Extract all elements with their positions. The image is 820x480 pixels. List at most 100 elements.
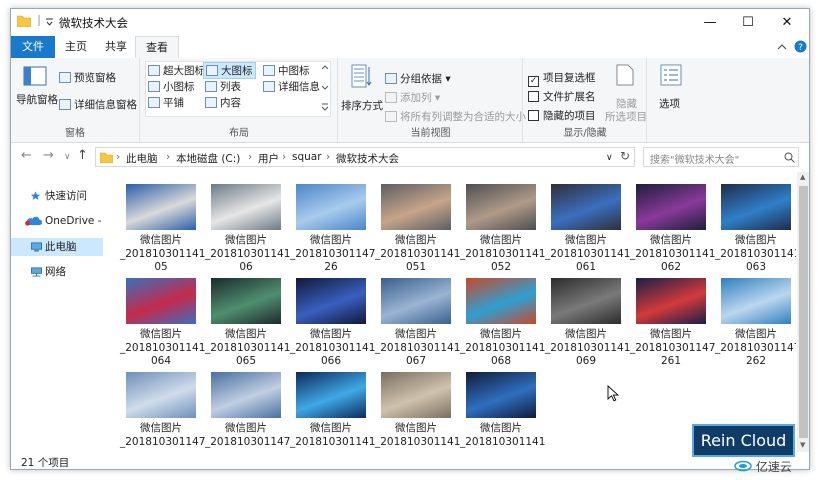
mouse-cursor-icon [607, 385, 619, 402]
file-name-line: 068 [490, 355, 512, 367]
layout-small-icons[interactable]: 小图标 [148, 79, 195, 94]
image-thumbnail [211, 372, 281, 418]
file-name-line: 微信图片 [650, 328, 692, 340]
layout-medium-icons[interactable]: 中图标 [263, 63, 310, 78]
file-name-line: 微信图片 [395, 234, 437, 246]
preview-pane-button[interactable]: 预览窗格 [59, 70, 116, 85]
list-icon [205, 81, 217, 92]
forward-arrow-icon[interactable]: → [43, 148, 54, 163]
nav-item-this-pc[interactable]: 此电脑 [11, 238, 103, 256]
collapse-ribbon-icon[interactable] [777, 43, 787, 51]
file-name: 微信图片 _201810301141 [290, 422, 375, 449]
file-name-line: _201810301147 [205, 435, 291, 448]
scrollbar-thumb[interactable] [799, 186, 808, 438]
layout-tiles[interactable]: 平铺 [148, 95, 184, 110]
file-name: 微信图片 _201810301147 26 [290, 234, 376, 275]
file-name-line: 微信图片 [310, 328, 352, 340]
size-all-columns-button[interactable]: 将所有列调整为合适的大小 [385, 109, 526, 124]
file-name-line: _201810301141 [375, 435, 461, 448]
file-name-line: 262 [745, 355, 767, 367]
address-dropdown-icon[interactable]: ∨ [606, 153, 613, 163]
file-name-line: _201810301147 [290, 247, 376, 260]
file-name: 微信图片 _201810301141 068 [460, 328, 545, 369]
medium-icons-icon [263, 65, 275, 76]
breadcrumb-this-pc[interactable]: 此电脑 [126, 151, 158, 166]
close-button[interactable]: ✕ [768, 9, 806, 36]
layout-large-icons[interactable]: 大图标 [203, 62, 256, 79]
file-name: 微信图片 _201810301141 063 [715, 234, 796, 275]
search-icon [784, 152, 795, 163]
image-thumbnail [466, 372, 536, 418]
file-extensions-toggle[interactable]: 文件扩展名 [528, 89, 596, 104]
refresh-icon[interactable]: ↻ [620, 149, 630, 163]
search-input[interactable]: 搜索"微软技术大会" [643, 147, 799, 167]
file-name-line: 微信图片 [650, 234, 692, 246]
nav-item-network[interactable]: 网络 [11, 263, 103, 281]
breadcrumb-current-folder[interactable]: 微软技术大会 [336, 151, 399, 166]
details-pane-button[interactable]: 详细信息窗格 [59, 97, 137, 112]
options-icon [660, 64, 682, 86]
title-bar[interactable]: 微软技术大会 — ☐ ✕ [11, 9, 809, 36]
file-name-line: _201810301141 [205, 341, 291, 354]
recent-locations-chevron-icon[interactable]: ∨ [64, 152, 71, 162]
image-thumbnail [721, 184, 791, 230]
up-arrow-icon[interactable]: ↑ [77, 148, 88, 163]
file-name-line: 微信图片 [140, 234, 182, 246]
breadcrumb-separator-icon: › [116, 151, 121, 163]
back-arrow-icon[interactable]: ← [21, 148, 32, 163]
extra-large-icons-icon [148, 65, 160, 76]
layout-extra-large-icons[interactable]: 超大图标 [148, 63, 205, 78]
layout-details[interactable]: 详细信息 [263, 79, 320, 94]
preview-pane-icon [59, 72, 71, 83]
network-icon [31, 267, 42, 277]
file-name-line: _201810301141 [460, 247, 546, 260]
layout-content[interactable]: 内容 [205, 95, 241, 110]
file-name-line: 065 [235, 355, 257, 367]
help-icon[interactable]: ? [794, 40, 807, 53]
scroll-down-arrow-icon[interactable]: ▼ [800, 441, 805, 449]
navigation-pane-button[interactable]: 导航窗格 [16, 92, 58, 107]
image-thumbnail [636, 184, 706, 230]
layout-list[interactable]: 列表 [205, 79, 241, 94]
file-name-line: _201810301141 [460, 435, 546, 448]
tab-view[interactable]: 查看 [135, 36, 179, 59]
file-name-line: _201810301147 [120, 435, 206, 448]
address-bar-row: ← → ∨ ↑ › 此电脑 › 本地磁盘 (C:) › 用户 › squar ›… [11, 143, 809, 171]
nav-item-onedrive[interactable]: OneDrive - [11, 212, 103, 230]
file-name-line: _201810301141 [715, 247, 796, 260]
scroll-up-arrow-icon[interactable]: ▲ [800, 173, 805, 181]
vertical-scrollbar[interactable]: ▲ ▼ [797, 172, 809, 452]
file-name-line: 064 [150, 355, 172, 367]
add-columns-icon [385, 92, 397, 103]
breadcrumb-users[interactable]: 用户 [258, 151, 279, 166]
breadcrumb-separator-icon: › [166, 151, 171, 163]
tab-file[interactable]: 文件 [11, 36, 55, 58]
maximize-button[interactable]: ☐ [729, 9, 767, 36]
file-name-line: _201810301141 [120, 247, 206, 260]
image-thumbnail [636, 278, 706, 324]
tab-share[interactable]: 共享 [95, 36, 137, 58]
separator-icon [38, 15, 40, 26]
breadcrumb-squar[interactable]: squar [292, 151, 322, 163]
file-name: 微信图片 _201810301147 261 [630, 328, 715, 369]
options-button[interactable]: 选项 [659, 96, 680, 111]
group-by-button[interactable]: 分组依据 ▾ [385, 71, 451, 86]
navigation-pane-icon [23, 66, 47, 86]
address-bar[interactable]: › 此电脑 › 本地磁盘 (C:) › 用户 › squar › 微软技术大会 … [95, 147, 635, 167]
breadcrumb-local-disk[interactable]: 本地磁盘 (C:) [176, 151, 240, 166]
item-checkboxes-toggle[interactable]: ✓ 项目复选框 [528, 70, 596, 87]
quick-access-dropdown-icon[interactable] [45, 17, 54, 26]
sort-by-button[interactable]: 排序方式 [341, 98, 383, 113]
minimize-button[interactable]: — [691, 9, 729, 36]
image-thumbnail [296, 278, 366, 324]
hidden-items-toggle[interactable]: 隐藏的项目 [528, 108, 596, 123]
layout-gallery-scroll-icon[interactable] [321, 64, 329, 112]
file-name: 微信图片 _201810301141 [375, 422, 461, 449]
hide-selected-icon [616, 64, 634, 86]
tab-home[interactable]: 主页 [55, 36, 97, 58]
file-name-line: 067 [405, 355, 427, 367]
file-name-line: 微信图片 [480, 422, 522, 434]
add-columns-button[interactable]: 添加列 ▾ [385, 90, 440, 105]
file-name-line: 05 [154, 261, 168, 273]
nav-item-quick-access[interactable]: 快速访问 [11, 187, 103, 205]
